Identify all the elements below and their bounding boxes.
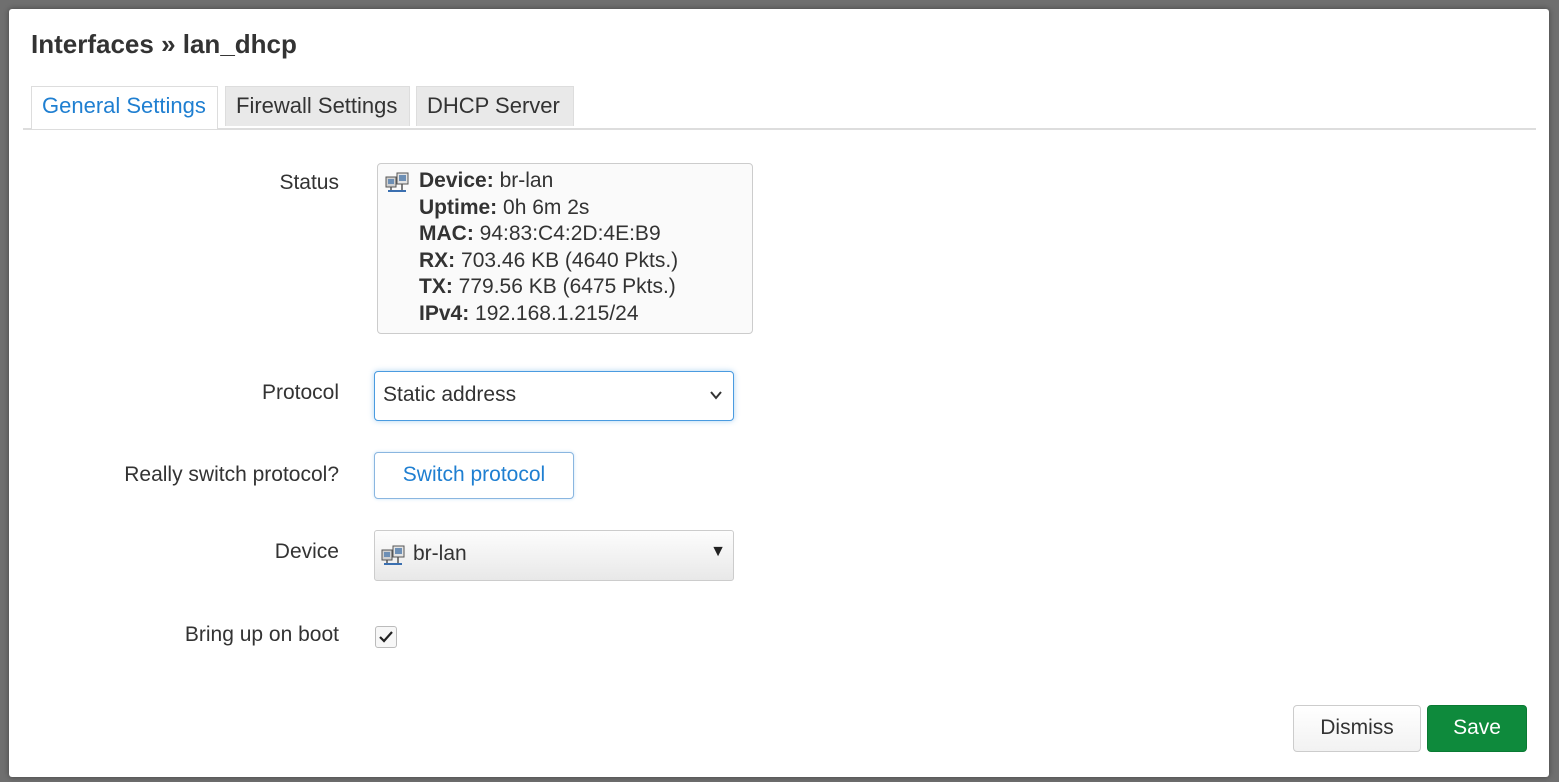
dismiss-button[interactable]: Dismiss [1293, 705, 1421, 752]
status-box: Device: br-lan Uptime: 0h 6m 2s MAC: 94:… [377, 163, 753, 334]
switch-protocol-label: Really switch protocol? [124, 463, 339, 486]
network-device-icon [381, 545, 405, 565]
switch-protocol-button[interactable]: Switch protocol [374, 452, 574, 499]
protocol-select-value: Static address [383, 383, 517, 406]
dropdown-arrow-icon: ▼ [710, 543, 726, 560]
status-row-uptime: Uptime: 0h 6m 2s [419, 195, 590, 219]
protocol-select[interactable]: Static address [374, 371, 734, 421]
bring-up-on-boot-label: Bring up on boot [184, 623, 339, 646]
device-label: Device [274, 540, 339, 563]
status-row-tx: TX: 779.56 KB (6475 Pkts.) [419, 275, 676, 299]
save-button[interactable]: Save [1427, 705, 1527, 752]
status-row-device: Device: br-lan [419, 169, 554, 192]
status-row-mac: MAC: 94:83:C4:2D:4E:B9 [419, 222, 661, 246]
chevron-down-icon [710, 391, 722, 400]
device-select-value: br-lan [413, 542, 467, 565]
interface-dialog: Interfaces » lan_dhcp General Settings F… [9, 9, 1549, 777]
tab-bar: General Settings Firewall Settings DHCP … [23, 86, 1536, 130]
status-label: Status [279, 171, 339, 194]
protocol-label: Protocol [261, 381, 339, 404]
status-row-ipv4: IPv4: 192.168.1.215/24 [419, 301, 639, 325]
bring-up-on-boot-checkbox[interactable] [375, 626, 397, 648]
device-select[interactable]: br-lan ▼ [374, 530, 734, 581]
status-row-rx: RX: 703.46 KB (4640 Pkts.) [419, 248, 679, 272]
network-device-icon [385, 172, 409, 192]
dialog-title: Interfaces » lan_dhcp [31, 29, 297, 59]
tab-dhcp-server[interactable]: DHCP Server [416, 86, 574, 126]
tab-firewall-settings[interactable]: Firewall Settings [225, 86, 410, 126]
status-details: Device: br-lan Uptime: 0h 6m 2s MAC: 94:… [419, 168, 678, 328]
checkmark-icon [379, 631, 393, 643]
tab-general-settings[interactable]: General Settings [31, 86, 218, 129]
